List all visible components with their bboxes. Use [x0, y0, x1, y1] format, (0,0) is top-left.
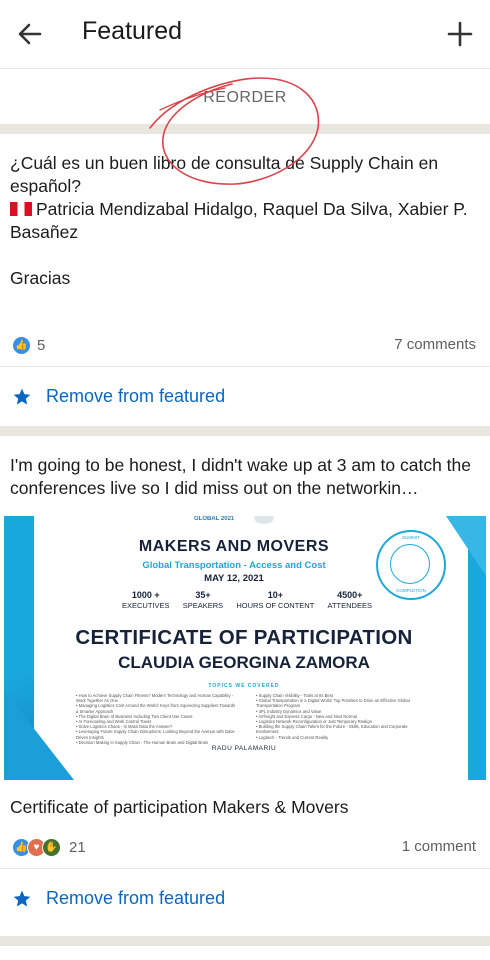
- celebrate-reaction-icon: ✋: [42, 838, 61, 857]
- certificate-title: CERTIFICATE OF PARTICIPATION: [75, 626, 413, 649]
- certificate-stats: 1000 + EXECUTIVES 35+ SPEAKERS 10+ HOURS OF…: [122, 590, 372, 611]
- featured-post-card: ¿Cuál es un buen libro de consulta de Su…: [0, 134, 490, 426]
- certificate-topic: • Leveraging Future Supply Chain Disrupt…: [76, 729, 236, 740]
- topics-right-column: • Supply Chain Visibility - Tools at Its…: [256, 693, 416, 745]
- certificate-logo-mark: [254, 516, 274, 524]
- certificate-stat: 35+ SPEAKERS: [182, 590, 224, 610]
- certificate-topic: • How to Achieve Supply Chain Fitness? M…: [76, 693, 234, 704]
- certificate-heading: MAKERS AND MOVERS: [138, 538, 330, 555]
- reactions-summary[interactable]: 👍 ♥ ✋ 21: [12, 838, 86, 857]
- comments-count[interactable]: 1 comment: [402, 838, 476, 855]
- remove-from-featured-button[interactable]: Remove from featured: [12, 888, 225, 909]
- certificate-stat: 10+ HOURS OF CONTENT: [236, 590, 315, 610]
- comments-count[interactable]: 7 comments: [394, 336, 476, 353]
- certificate-topics: • How to Achieve Supply Chain Fitness? M…: [76, 693, 416, 745]
- post-text-line: Gracias: [10, 268, 71, 288]
- certificate-corner: [446, 516, 486, 576]
- featured-post-card: I'm going to be honest, I didn't wake up…: [0, 436, 490, 936]
- post-mention-line: Patricia Mendizabal Hidalgo, Raquel Da S…: [10, 198, 478, 244]
- certificate-logo: GLOBAL 2021: [194, 516, 235, 522]
- divider: [0, 868, 490, 869]
- certificate-corner: [4, 690, 74, 780]
- certificate-seal: SUMMIT COMPLETION: [376, 530, 446, 600]
- social-counts: 👍 5 7 comments: [12, 336, 476, 358]
- remove-label: Remove from featured: [46, 386, 226, 406]
- divider: [0, 366, 490, 367]
- top-app-bar: Featured: [0, 0, 490, 69]
- remove-label: Remove from featured: [46, 888, 226, 908]
- arrow-left-icon[interactable]: [16, 20, 44, 48]
- like-reaction-icon: 👍: [12, 336, 31, 355]
- post-caption[interactable]: Certificate of participation Makers & Mo…: [10, 797, 348, 818]
- star-icon: [13, 388, 31, 404]
- section-separator: [0, 426, 490, 436]
- plus-icon[interactable]: [446, 20, 474, 48]
- social-counts: 👍 ♥ ✋ 21 1 comment: [12, 838, 476, 860]
- certificate-signatory: RADU PALAMARIU: [211, 745, 277, 752]
- certificate-topic: • Logitech - Trends and Current Reality: [256, 734, 329, 740]
- reorder-button[interactable]: REORDER: [0, 89, 490, 107]
- star-icon: [13, 890, 31, 906]
- post-body[interactable]: ¿Cuál es un buen libro de consulta de Su…: [10, 152, 478, 290]
- reactions-summary[interactable]: 👍 5: [12, 336, 45, 355]
- certificate-recipient: CLAUDIA GEORGINA ZAMORA: [118, 653, 370, 672]
- certificate-topics-label: TOPICS WE COVERED: [208, 683, 280, 689]
- certificate-topic: • Managing Logistics Cost Around the Wor…: [76, 703, 236, 714]
- certificate-subheading: Global Transportation - Access and Cost: [142, 560, 326, 571]
- certificate-topic: • Building the Supply Chain Talent for t…: [256, 724, 408, 735]
- certificate-stat: 4500+ ATTENDEES: [327, 590, 372, 610]
- reactions-count: 5: [37, 337, 46, 354]
- post-body[interactable]: I'm going to be honest, I didn't wake up…: [10, 454, 478, 500]
- section-separator: [0, 936, 490, 946]
- remove-from-featured-button[interactable]: Remove from featured: [12, 386, 225, 407]
- post-mentions: Patricia Mendizabal Hidalgo, Raquel Da S…: [10, 199, 468, 242]
- certificate-stat: 1000 + EXECUTIVES: [122, 590, 170, 610]
- page-title: Featured: [82, 17, 183, 45]
- section-separator: [0, 124, 490, 134]
- reorder-bar: REORDER: [0, 69, 490, 124]
- certificate-image[interactable]: GLOBAL 2021 MAKERS AND MOVERS Global Tra…: [4, 516, 486, 780]
- peru-flag-icon: [10, 202, 32, 216]
- post-text-line: ¿Cuál es un buen libro de consulta de Su…: [10, 153, 439, 196]
- reactions-count: 21: [69, 839, 86, 856]
- certificate-date: MAY 12, 2021: [204, 573, 264, 584]
- certificate-topic: • Global Transportation in a Digital Wor…: [256, 698, 410, 709]
- topics-left-column: • How to Achieve Supply Chain Fitness? M…: [76, 693, 236, 745]
